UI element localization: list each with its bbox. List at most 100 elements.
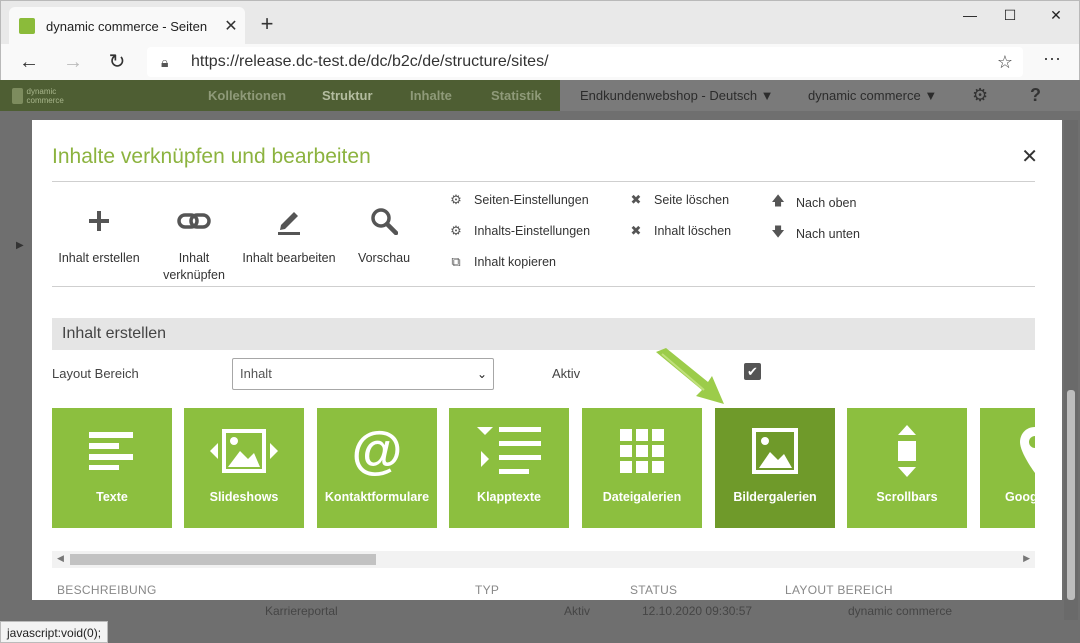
slideshow-icon	[184, 424, 304, 478]
bg-row-date: 12.10.2020 09:30:57	[642, 604, 753, 618]
preview-label: Vorschau	[357, 251, 411, 265]
back-icon[interactable]: ←	[15, 48, 43, 76]
app-logo[interactable]: dynamic commerce	[12, 86, 72, 106]
favicon-icon	[19, 18, 35, 34]
maximize-icon[interactable]: ☐	[987, 7, 1033, 29]
tile-label: Kontaktformulare	[324, 490, 430, 504]
nav-struktur[interactable]: Struktur	[322, 88, 373, 103]
copy-content-link[interactable]: ⧉ Inhalt kopieren	[446, 254, 556, 270]
help-icon[interactable]: ?	[1030, 85, 1041, 106]
gear-icon: ⚙	[450, 223, 462, 238]
text-lines-icon	[52, 424, 172, 478]
col-header-layout-area[interactable]: LAYOUT BEREICH	[785, 583, 893, 597]
delete-x-icon: ✖	[630, 223, 642, 238]
delete-content-link[interactable]: ✖ Inhalt löschen	[626, 223, 732, 239]
link-content-label: Inhalt verknüpfen	[163, 251, 225, 282]
image-icon	[715, 424, 835, 478]
col-header-status[interactable]: STATUS	[630, 583, 677, 597]
tile-kontaktformulare[interactable]: @ Kontaktformulare	[317, 408, 437, 528]
favorite-star-icon[interactable]: ☆	[997, 52, 1013, 73]
page-settings-link[interactable]: ⚙ Seiten-Einstellungen	[446, 192, 589, 208]
tile-label: Texte	[96, 490, 128, 504]
link-icon	[144, 200, 244, 242]
tenant-select[interactable]: dynamic commerce ▼	[808, 88, 937, 103]
tiles-horizontal-scrollbar[interactable]: ◀ ▶	[52, 551, 1035, 568]
page-scrollbar-thumb[interactable]	[1067, 390, 1075, 600]
vertical-scroll-icon	[847, 424, 967, 478]
at-icon: @	[351, 422, 403, 480]
bg-row-status: Aktiv	[564, 604, 591, 618]
content-settings-link[interactable]: ⚙ Inhalts-Einstellungen	[446, 223, 590, 239]
tile-klapptexte[interactable]: Klapptexte	[449, 408, 569, 528]
nav-kollektionen[interactable]: Kollektionen	[208, 88, 286, 103]
active-checkbox[interactable]: ✔	[744, 363, 761, 380]
tiles-scrollbar-thumb[interactable]	[70, 554, 376, 565]
tile-bildergalerien[interactable]: Bildergalerien	[715, 408, 835, 528]
active-label: Aktiv	[552, 366, 581, 381]
divider	[52, 286, 1035, 287]
tile-texte[interactable]: Texte	[52, 408, 172, 528]
app-nav-right: Endkundenwebshop - Deutsch ▼ dynamic com…	[560, 80, 1080, 111]
edit-content-button[interactable]: Inhalt bearbeiten	[238, 200, 340, 267]
create-content-label: Inhalt erstellen	[58, 251, 140, 265]
tile-scrollbars[interactable]: Scrollbars	[847, 408, 967, 528]
search-icon	[334, 200, 434, 242]
tab-close-icon[interactable]: ✕	[217, 16, 245, 36]
app-navigation: dynamic commerce Kollektionen Struktur I…	[0, 80, 1080, 111]
col-header-description[interactable]: BESCHREIBUNG	[57, 583, 157, 597]
tile-label: Goog	[1005, 490, 1035, 504]
scroll-left-icon[interactable]: ◀	[57, 553, 64, 564]
browser-tab[interactable]: dynamic commerce - Seiten ✕	[9, 7, 245, 45]
window-close-icon[interactable]: ✕	[1033, 7, 1079, 29]
map-pin-icon	[980, 424, 1035, 478]
new-tab-button[interactable]: +	[255, 11, 279, 37]
plus-icon	[49, 200, 149, 242]
nav-statistik[interactable]: Statistik	[491, 88, 542, 103]
layout-area-select[interactable]: Inhalt ⌄	[232, 358, 494, 390]
arrow-down-icon: 🡇︎	[771, 224, 785, 239]
lock-icon: 🔒︎	[161, 53, 169, 70]
tile-dateigalerien[interactable]: Dateigalerien	[582, 408, 702, 528]
divider	[52, 181, 1035, 182]
pointer-arrow-icon	[656, 348, 724, 404]
copy-icon: ⧉	[451, 254, 461, 269]
scroll-right-icon[interactable]: ▶	[1023, 553, 1030, 564]
expand-arrow-icon[interactable]: ▶	[16, 240, 24, 251]
tile-google-maps[interactable]: Goog	[980, 408, 1035, 528]
pencil-icon	[238, 200, 340, 242]
move-up-link[interactable]: 🡅︎ Nach oben	[768, 192, 856, 214]
logo-mark-icon	[12, 88, 23, 104]
refresh-icon[interactable]: ↻	[103, 48, 131, 76]
url-field[interactable]: 🔒︎ https://release.dc-test.de/dc/b2c/de/…	[147, 47, 1023, 77]
section-header: Inhalt erstellen	[52, 318, 1035, 350]
preview-button[interactable]: Vorschau	[334, 200, 434, 267]
link-content-button[interactable]: Inhalt verknüpfen	[144, 200, 244, 284]
gear-icon: ⚙	[450, 192, 462, 207]
forward-icon[interactable]: →	[59, 48, 87, 76]
tab-title: dynamic commerce - Seiten	[46, 18, 208, 34]
address-bar: ← → ↻ 🔒︎ https://release.dc-test.de/dc/b…	[0, 44, 1080, 80]
tile-slideshows[interactable]: Slideshows	[184, 408, 304, 528]
modal-close-icon[interactable]: ✕	[1021, 144, 1038, 169]
content-modal: Inhalte verknüpfen und bearbeiten ✕ Inha…	[32, 120, 1062, 600]
nav-inhalte[interactable]: Inhalte	[410, 88, 452, 103]
collapsible-text-icon	[449, 424, 569, 478]
tile-label: Dateigalerien	[602, 490, 682, 504]
bg-row-name: Karriereportal	[265, 604, 338, 618]
create-content-button[interactable]: Inhalt erstellen	[49, 200, 149, 267]
page-scrollbar[interactable]	[1064, 120, 1078, 620]
arrow-up-icon: 🡅︎	[771, 193, 785, 208]
grid-icon	[582, 424, 702, 478]
tile-label: Bildergalerien	[733, 490, 817, 504]
more-menu-icon[interactable]: ···	[1043, 48, 1061, 69]
layout-area-label: Layout Bereich	[52, 366, 139, 381]
col-header-type[interactable]: TYP	[475, 583, 499, 597]
delete-x-icon: ✖	[630, 192, 642, 207]
shop-select[interactable]: Endkundenwebshop - Deutsch ▼	[580, 88, 774, 103]
delete-page-link[interactable]: ✖ Seite löschen	[626, 192, 730, 208]
tile-label: Scrollbars	[876, 490, 938, 504]
browser-status-bar: javascript:void(0);	[0, 621, 109, 643]
settings-gear-icon[interactable]: ⚙	[972, 85, 988, 106]
move-down-link[interactable]: 🡇︎ Nach unten	[768, 223, 860, 245]
tile-label: Slideshows	[209, 490, 279, 504]
